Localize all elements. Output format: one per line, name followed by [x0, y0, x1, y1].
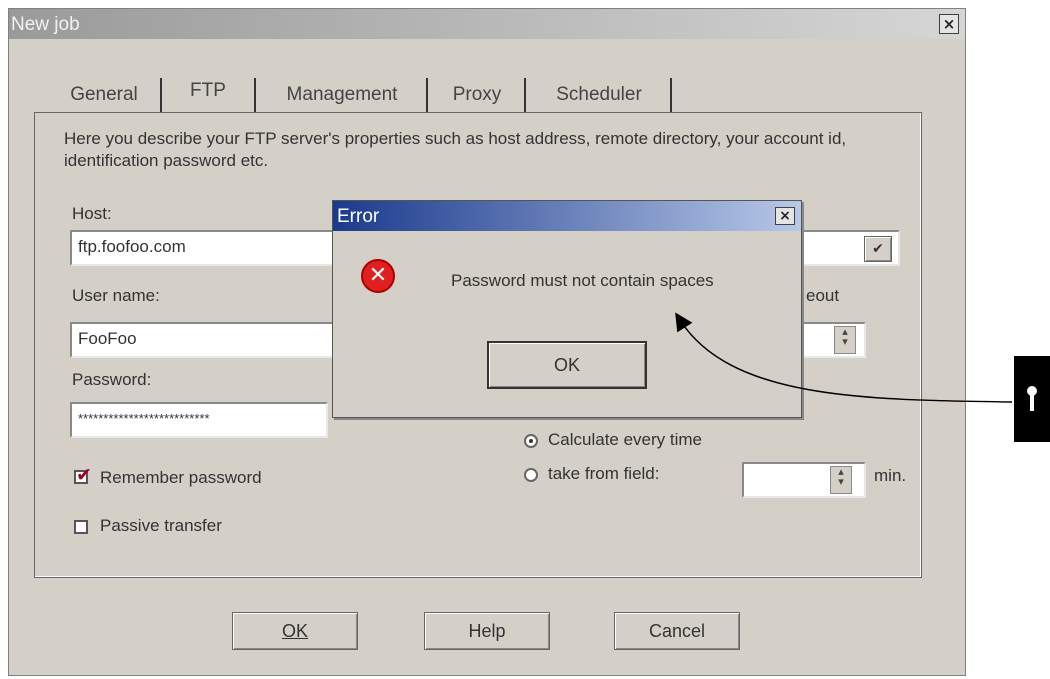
annotation-arrow	[675, 312, 1013, 403]
annotation-marker-box	[1014, 356, 1050, 442]
keyhole-icon-stem	[1030, 395, 1034, 411]
